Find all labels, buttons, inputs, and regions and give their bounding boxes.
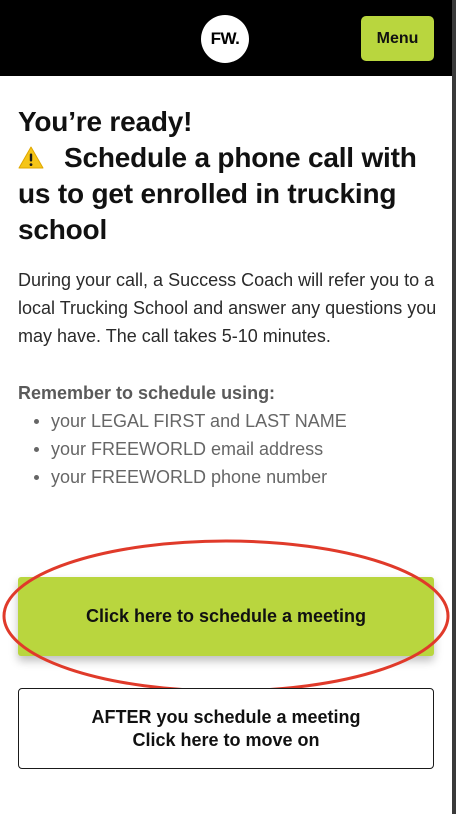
- main-content: You’re ready! Schedule a phone call with…: [18, 104, 438, 491]
- freeworld-logo[interactable]: FW.: [201, 15, 249, 63]
- warning-icon: [18, 146, 44, 169]
- page-title: You’re ready! Schedule a phone call with…: [18, 104, 438, 248]
- window-edge: [452, 0, 456, 814]
- reminder-title: Remember to schedule using:: [18, 383, 276, 403]
- move-on-line-2: Click here to move on: [132, 729, 320, 750]
- heading-subtitle: Schedule a phone call with us to get enr…: [18, 142, 417, 245]
- move-on-line-1: AFTER you schedule a meeting: [91, 706, 361, 727]
- menu-button[interactable]: Menu: [361, 16, 434, 61]
- move-on-button[interactable]: AFTER you schedule a meeting Click here …: [18, 688, 434, 769]
- reminder-item-phone: your FREEWORLD phone number: [31, 463, 438, 491]
- page: FW. Menu You’re ready! Schedule a phone …: [0, 0, 456, 814]
- heading-line-1: You’re ready!: [18, 106, 193, 137]
- schedule-meeting-button[interactable]: Click here to schedule a meeting: [18, 577, 434, 656]
- reminder-item-legal-name: your LEGAL FIRST and LAST NAME: [31, 407, 438, 435]
- reminder-item-email: your FREEWORLD email address: [31, 435, 438, 463]
- intro-paragraph: During your call, a Success Coach will r…: [18, 270, 437, 346]
- top-navigation-bar: FW. Menu: [0, 0, 452, 76]
- reminder-list: your LEGAL FIRST and LAST NAME your FREE…: [18, 407, 438, 491]
